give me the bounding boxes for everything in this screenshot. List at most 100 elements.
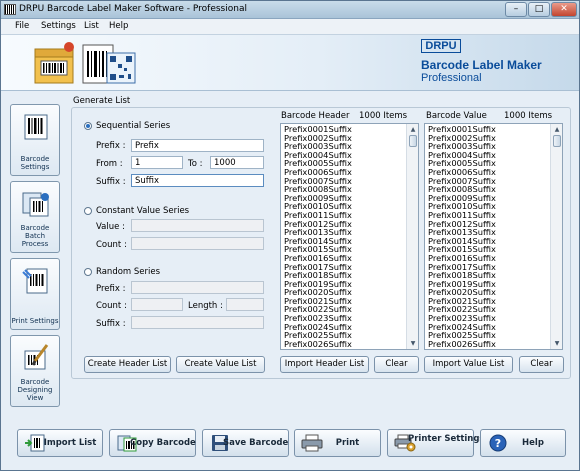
list-item[interactable]: Prefix0016Suffix — [428, 254, 550, 263]
list-item[interactable]: Prefix0020Suffix — [428, 288, 550, 297]
random-series-radio[interactable] — [84, 268, 92, 276]
minimize-button[interactable]: – — [505, 2, 527, 17]
list-item[interactable]: Prefix0022Suffix — [428, 305, 550, 314]
import-header-list-button[interactable]: Import Header List — [280, 356, 369, 373]
scroll-thumb[interactable] — [409, 135, 417, 147]
list-item[interactable]: Prefix0004Suffix — [428, 151, 550, 160]
list-item[interactable]: Prefix0005Suffix — [284, 159, 406, 168]
list-item[interactable]: Prefix0025Suffix — [428, 331, 550, 340]
import-list-button[interactable]: Import List — [17, 429, 103, 457]
header-list-scrollbar[interactable]: ▲ ▼ — [406, 124, 418, 349]
random-count-input[interactable] — [131, 298, 183, 311]
constant-count-input[interactable] — [131, 237, 264, 250]
list-item[interactable]: Prefix0015Suffix — [428, 245, 550, 254]
list-item[interactable]: Prefix0013Suffix — [284, 228, 406, 237]
sidebar-item-print-settings[interactable]: Print Settings — [10, 258, 60, 330]
constant-value-series-radio[interactable] — [84, 207, 92, 215]
maximize-button[interactable]: □ — [528, 2, 550, 17]
random-prefix-input[interactable] — [131, 281, 264, 294]
scroll-up-icon[interactable]: ▲ — [552, 125, 562, 134]
list-item[interactable]: Prefix0024Suffix — [428, 323, 550, 332]
list-item[interactable]: Prefix0010Suffix — [428, 202, 550, 211]
list-item[interactable]: Prefix0012Suffix — [284, 220, 406, 229]
import-value-list-button[interactable]: Import Value List — [424, 356, 513, 373]
list-item[interactable]: Prefix0023Suffix — [284, 314, 406, 323]
printer-settings-button[interactable]: Printer Settings — [387, 429, 485, 457]
sidebar-item-batch-process[interactable]: Barcode Batch Process — [10, 181, 60, 253]
list-item[interactable]: Prefix0021Suffix — [428, 297, 550, 306]
menu-list[interactable]: List — [84, 21, 99, 31]
scroll-down-icon[interactable]: ▼ — [408, 339, 418, 348]
list-item[interactable]: Prefix0018Suffix — [284, 271, 406, 280]
list-item[interactable]: Prefix0009Suffix — [284, 194, 406, 203]
list-item[interactable]: Prefix0015Suffix — [284, 245, 406, 254]
list-item[interactable]: Prefix0023Suffix — [428, 314, 550, 323]
copy-barcode-button[interactable]: Copy Barcode — [109, 429, 196, 457]
list-item[interactable]: Prefix0021Suffix — [284, 297, 406, 306]
print-button[interactable]: Print — [294, 429, 381, 457]
list-item[interactable]: Prefix0008Suffix — [428, 185, 550, 194]
save-barcode-button[interactable]: Save Barcode — [202, 429, 289, 457]
list-item[interactable]: Prefix0022Suffix — [284, 305, 406, 314]
sidebar-item-designing-view[interactable]: Barcode Designing View — [10, 335, 60, 407]
list-item[interactable]: Prefix0002Suffix — [428, 134, 550, 143]
list-item[interactable]: Prefix0016Suffix — [284, 254, 406, 263]
list-item[interactable]: Prefix0003Suffix — [428, 142, 550, 151]
list-item[interactable]: Prefix0017Suffix — [428, 263, 550, 272]
list-item[interactable]: Prefix0026Suffix — [284, 340, 406, 349]
list-item[interactable]: Prefix0014Suffix — [284, 237, 406, 246]
list-item[interactable]: Prefix0014Suffix — [428, 237, 550, 246]
sequential-prefix-input[interactable]: Prefix — [131, 139, 264, 152]
list-item[interactable]: Prefix0019Suffix — [428, 280, 550, 289]
clear-value-button[interactable]: Clear — [519, 356, 564, 373]
list-item[interactable]: Prefix0002Suffix — [284, 134, 406, 143]
header-list[interactable]: Prefix0001Suffix Prefix0002Suffix Prefix00… — [280, 123, 419, 350]
from-input[interactable]: 1 — [131, 156, 183, 169]
create-value-list-button[interactable]: Create Value List — [176, 356, 265, 373]
sidebar-item-barcode-settings[interactable]: Barcode Settings — [10, 104, 60, 176]
value-list[interactable]: Prefix0001Suffix Prefix0002Suffix Prefix00… — [424, 123, 563, 350]
list-item[interactable]: Prefix0017Suffix — [284, 263, 406, 272]
create-header-list-button[interactable]: Create Header List — [84, 356, 171, 373]
to-input[interactable]: 1000 — [210, 156, 264, 169]
list-item[interactable]: Prefix0025Suffix — [284, 331, 406, 340]
scroll-up-icon[interactable]: ▲ — [408, 125, 418, 134]
list-item[interactable]: Prefix0019Suffix — [284, 280, 406, 289]
list-item[interactable]: Prefix0003Suffix — [284, 142, 406, 151]
random-suffix-input[interactable] — [131, 316, 264, 329]
list-item[interactable]: Prefix0001Suffix — [428, 125, 550, 134]
list-item[interactable]: Prefix0024Suffix — [284, 323, 406, 332]
list-item[interactable]: Prefix0001Suffix — [284, 125, 406, 134]
list-item[interactable]: Prefix0007Suffix — [428, 177, 550, 186]
random-length-input[interactable] — [226, 298, 264, 311]
list-item[interactable]: Prefix0012Suffix — [428, 220, 550, 229]
clear-header-button[interactable]: Clear — [374, 356, 419, 373]
list-item[interactable]: Prefix0008Suffix — [284, 185, 406, 194]
list-item[interactable]: Prefix0020Suffix — [284, 288, 406, 297]
close-button[interactable]: ✕ — [551, 2, 577, 17]
list-item[interactable]: Prefix0026Suffix — [428, 340, 550, 349]
list-item[interactable]: Prefix0006Suffix — [284, 168, 406, 177]
title-bar[interactable]: DRPU Barcode Label Maker Software - Prof… — [1, 1, 579, 19]
scroll-down-icon[interactable]: ▼ — [552, 339, 562, 348]
list-item[interactable]: Prefix0004Suffix — [284, 151, 406, 160]
list-item[interactable]: Prefix0007Suffix — [284, 177, 406, 186]
value-list-scrollbar[interactable]: ▲ ▼ — [550, 124, 562, 349]
menu-help[interactable]: Help — [109, 21, 128, 31]
sidebar-item-label: Barcode Designing View — [17, 378, 53, 402]
help-button[interactable]: ? Help — [480, 429, 566, 457]
menu-settings[interactable]: Settings — [41, 21, 76, 31]
menu-file[interactable]: File — [15, 21, 29, 31]
list-item[interactable]: Prefix0005Suffix — [428, 159, 550, 168]
list-item[interactable]: Prefix0013Suffix — [428, 228, 550, 237]
constant-value-input[interactable] — [131, 219, 264, 232]
scroll-thumb[interactable] — [553, 135, 561, 147]
list-item[interactable]: Prefix0011Suffix — [284, 211, 406, 220]
list-item[interactable]: Prefix0009Suffix — [428, 194, 550, 203]
list-item[interactable]: Prefix0006Suffix — [428, 168, 550, 177]
list-item[interactable]: Prefix0010Suffix — [284, 202, 406, 211]
sequential-series-radio[interactable] — [84, 122, 92, 130]
sequential-suffix-input[interactable]: Suffix — [131, 174, 264, 187]
list-item[interactable]: Prefix0018Suffix — [428, 271, 550, 280]
list-item[interactable]: Prefix0011Suffix — [428, 211, 550, 220]
